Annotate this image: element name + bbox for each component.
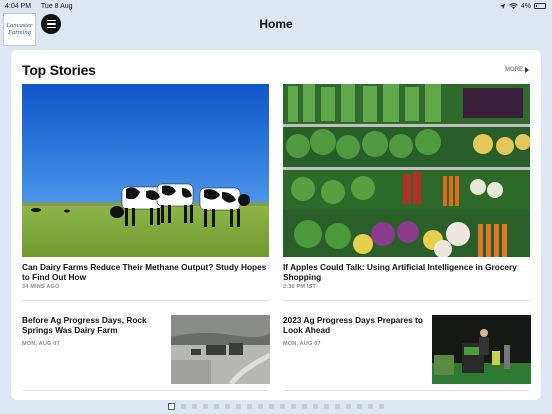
story-image-farm-show[interactable] (432, 315, 531, 384)
story-headline: If Apples Could Talk: Using Artificial I… (283, 262, 517, 282)
page-dot[interactable] (302, 403, 307, 409)
wifi-icon (509, 2, 518, 9)
page-dot[interactable] (247, 403, 252, 409)
battery-percent: 4% (520, 2, 531, 10)
page-dot[interactable] (291, 403, 296, 409)
divider (22, 390, 269, 391)
page-dot[interactable] (379, 403, 384, 409)
story-image-cows[interactable] (22, 84, 269, 257)
status-time: 4:04 PM (5, 2, 32, 10)
story-timestamp: 2:30 PM IST (283, 284, 317, 290)
story-headline: Before Ag Progress Days, Rock Springs Wa… (22, 315, 147, 335)
status-bar: 4:04 PM Tue 8 Aug 4% (0, 0, 552, 12)
story-card[interactable]: Can Dairy Farms Reduce Their Methane Out… (22, 84, 269, 290)
page-dot[interactable] (269, 403, 274, 409)
page-dot[interactable] (225, 403, 230, 409)
story-timestamp: MON, AUG 07 (283, 341, 321, 347)
page-dot[interactable] (192, 403, 197, 409)
story-card[interactable]: 2023 Ag Progress Days Prepares to Look A… (283, 315, 531, 387)
more-label: MORE (505, 67, 523, 73)
divider (22, 300, 269, 301)
story-image-historic-farm[interactable] (171, 315, 270, 384)
page-dot[interactable] (214, 403, 219, 409)
page-dot[interactable] (313, 403, 318, 409)
page-dot[interactable] (324, 403, 329, 409)
page-dot[interactable] (236, 403, 241, 409)
story-headline: 2023 Ag Progress Days Prepares to Look A… (283, 315, 423, 335)
story-headline: Can Dairy Farms Reduce Their Methane Out… (22, 262, 267, 282)
location-arrow-icon (499, 3, 506, 9)
page-dot[interactable] (346, 403, 351, 409)
page-dot[interactable] (357, 403, 362, 409)
top-stories-card: Top Stories MORE Can Dairy Farms Reduce … (11, 50, 541, 400)
divider (283, 300, 530, 301)
page-dot[interactable] (280, 403, 285, 409)
battery-icon (534, 3, 546, 9)
divider (283, 390, 530, 391)
page-dot[interactable] (368, 403, 373, 409)
page-dot[interactable] (168, 402, 175, 410)
page-dot[interactable] (203, 403, 208, 409)
page-dot[interactable] (335, 403, 340, 409)
page-dot[interactable] (181, 403, 186, 409)
chevron-right-icon (525, 67, 529, 73)
page-dot[interactable] (258, 403, 263, 409)
story-card[interactable]: Before Ag Progress Days, Rock Springs Wa… (22, 315, 270, 387)
page-indicator (0, 402, 552, 410)
section-title: Top Stories (22, 62, 96, 78)
more-link[interactable]: MORE (505, 67, 529, 73)
story-timestamp: MON, AUG 07 (22, 341, 60, 347)
status-date: Tue 8 Aug (40, 2, 73, 10)
story-image-produce[interactable] (283, 84, 530, 257)
page-title: Home (259, 17, 293, 31)
story-card[interactable]: If Apples Could Talk: Using Artificial I… (283, 84, 530, 290)
story-timestamp: 34 MINS AGO (22, 284, 60, 290)
top-bar: Lancaster Farming Home (0, 12, 552, 46)
